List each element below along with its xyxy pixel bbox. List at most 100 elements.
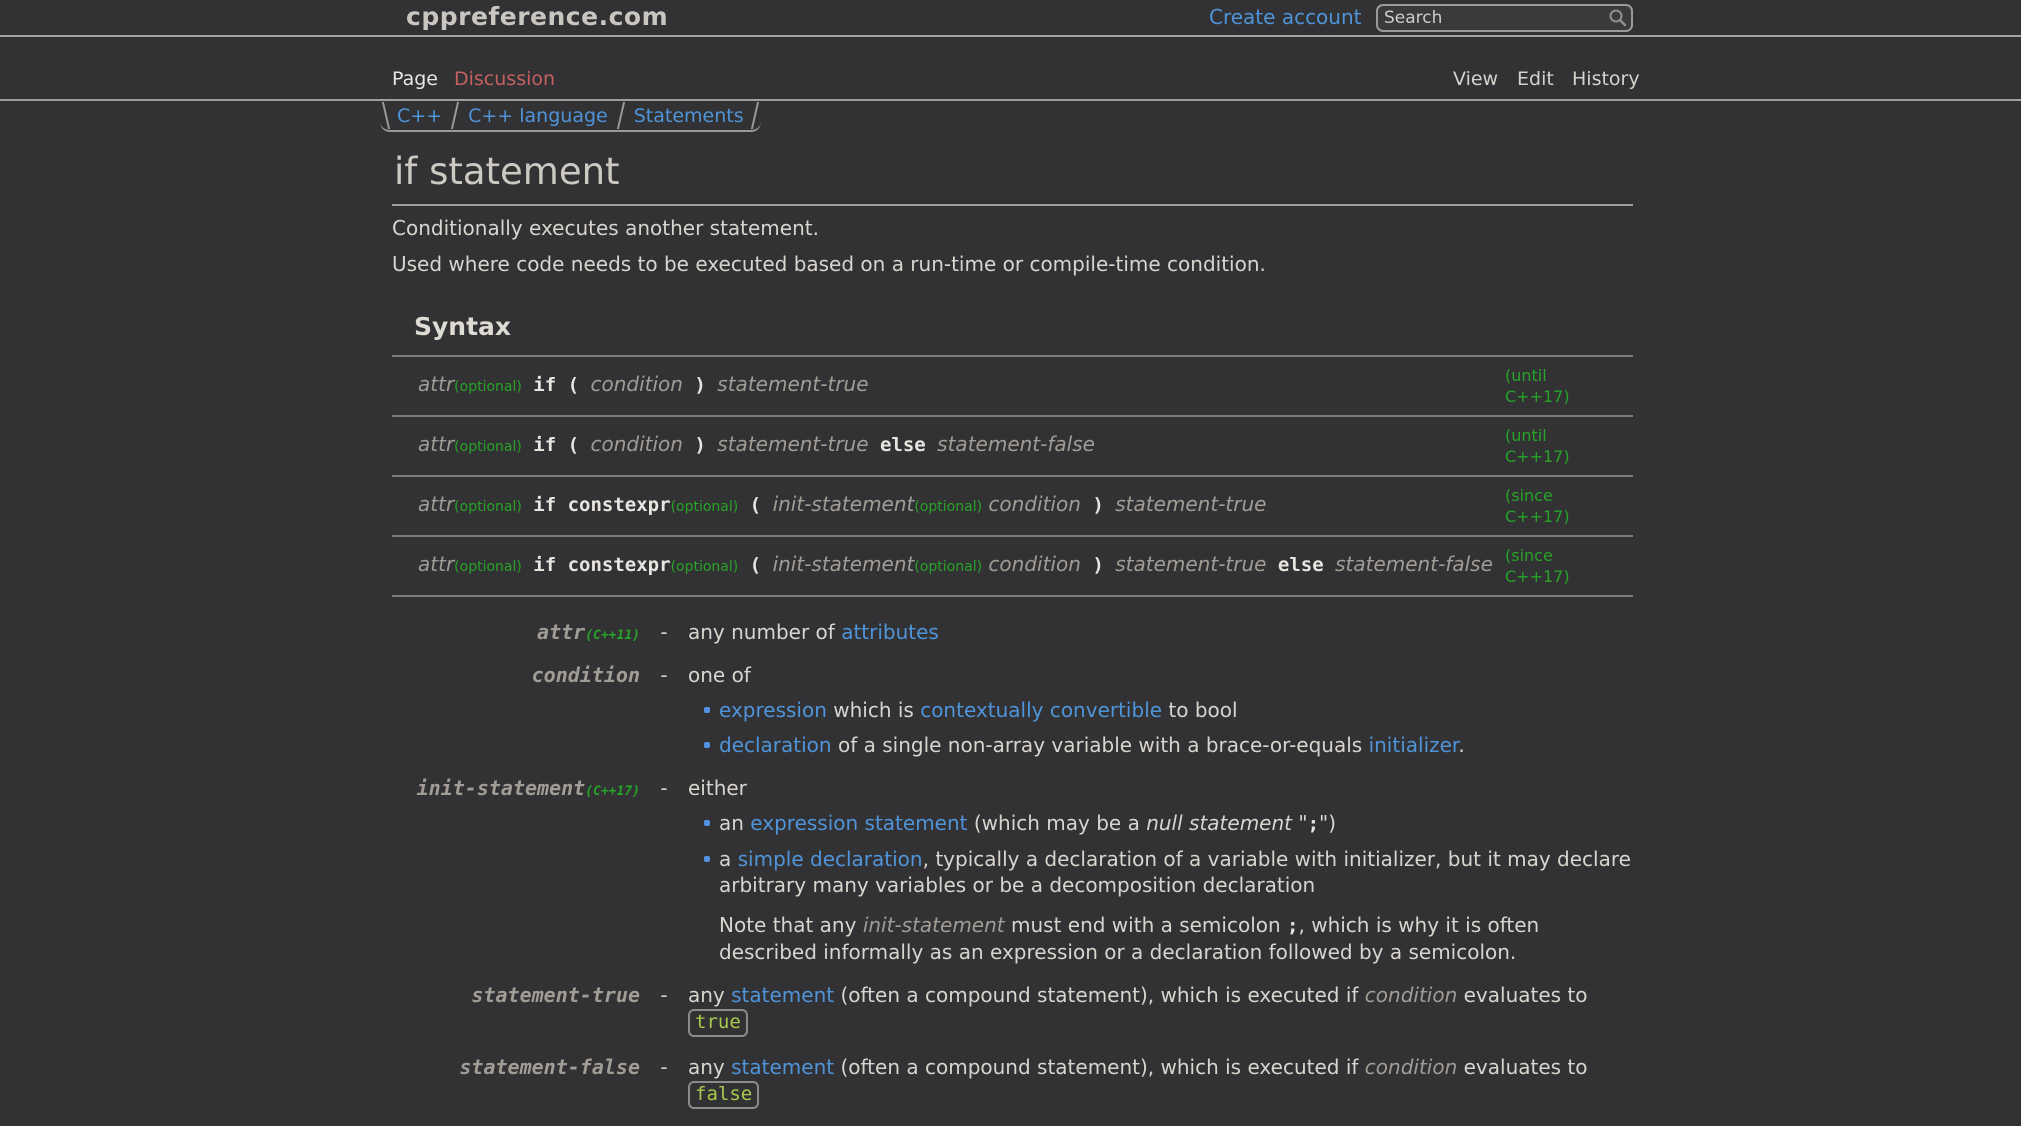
inline-link[interactable]: expression [719,698,827,722]
syntax-row: attr(optional) if ( condition ) statemen… [392,356,1633,416]
definition-list: attr(C++11) - any number of attributes c… [392,619,1633,1118]
main-content: if statement Conditionally executes anot… [392,146,1633,1126]
breadcrumb: C++ C++ language Statements [380,101,761,132]
definition-row-statement-false: statement-false - any statement (often a… [392,1054,1633,1118]
definition-dash: - [640,982,688,1046]
code-keyword: ( [738,554,772,576]
search-input[interactable] [1378,8,1608,28]
text-run: (which may be a [968,811,1147,835]
tab-history[interactable]: History [1572,68,1640,90]
tab-discussion[interactable]: Discussion [454,68,555,90]
definition-line: any statement (often a compound statemen… [688,982,1633,1037]
definition-term: condition [392,662,640,767]
inline-link[interactable]: declaration [719,733,832,757]
grammar-term: attr [418,372,454,396]
syntax-table: attr(optional) if ( condition ) statemen… [392,355,1633,597]
definition-desc: either an expression statement (which ma… [688,775,1633,974]
breadcrumb-edge [750,102,758,129]
optional-marker: (optional) [454,559,522,575]
text-run: evaluates to [1457,983,1587,1007]
create-account-link[interactable]: Create account [1209,5,1362,29]
code-keyword: if ( [522,434,591,456]
breadcrumb-item-cpp[interactable]: C++ [397,105,442,127]
breadcrumb-item-cpp-language[interactable]: C++ language [468,105,608,127]
definition-line: any number of attributes [688,619,1633,645]
text-run: of a single non-array variable with a br… [832,733,1369,757]
keyword-badge[interactable]: true [688,1009,748,1037]
breadcrumb-item-statements[interactable]: Statements [634,105,744,127]
code-keyword: else [1266,554,1335,576]
syntax-row: attr(optional) if constexpr(optional) ( … [392,536,1633,596]
version-label: (since C++17) [1505,485,1587,527]
bullet-item: a simple declaration, typically a declar… [702,846,1633,898]
version-marker: (C++17) [585,784,640,799]
code-keyword: ; [1287,915,1298,937]
syntax-code: attr(optional) if ( condition ) statemen… [392,416,1505,476]
definition-term: statement-true [392,982,640,1046]
search-icon[interactable] [1608,8,1628,28]
grammar-term: condition [988,492,1080,516]
inline-link[interactable]: contextually convertible [920,698,1162,722]
text-run: " [1292,811,1308,835]
inline-link[interactable]: statement [731,1055,834,1079]
code-keyword: if constexpr [522,554,671,576]
version-marker: (C++11) [585,628,640,643]
bullet-item: declaration of a single non-array variab… [702,732,1633,758]
optional-marker: (optional) [671,559,739,575]
grammar-term: condition [590,432,682,456]
definition-row-condition: condition - one of expression which is c… [392,662,1633,767]
definition-desc: any statement (often a compound statemen… [688,1054,1633,1118]
tab-page[interactable]: Page [392,68,438,90]
text-run: (often a compound statement), which is e… [834,1055,1365,1079]
code-keyword: else [869,434,938,456]
syntax-heading: Syntax [414,312,1633,341]
inline-link[interactable]: simple declaration [738,847,923,871]
site-logo[interactable]: cppreference.com [406,2,668,31]
definition-desc: any statement (often a compound statemen… [688,982,1633,1046]
grammar-term: statement-true [1115,552,1266,576]
text-run: . [1458,733,1464,757]
text-run: to bool [1162,698,1238,722]
inline-link[interactable]: expression statement [750,811,967,835]
grammar-term: statement-true [1115,492,1266,516]
inline-link[interactable]: attributes [841,620,939,644]
optional-marker: (optional) [454,439,522,455]
nav-bar: Page Discussion View Edit History [0,37,2021,101]
text-run: must end with a semicolon [1005,913,1287,937]
text-run: either [688,776,747,800]
grammar-term: statement-true [471,983,640,1007]
text-run: one of [688,663,751,687]
definition-term: init-statement(C++17) [392,775,640,974]
code-keyword: ; [1308,813,1319,835]
code-keyword: ) [1081,494,1115,516]
keyword-badge[interactable]: false [688,1081,759,1109]
grammar-term: condition [590,372,682,396]
text-run: any number of [688,620,841,644]
note-paragraph: Note that any init-statement must end wi… [719,912,1633,965]
search-box[interactable] [1376,4,1633,32]
bullet-item: an expression statement (which may be a … [702,810,1633,837]
text-run: any [688,1055,731,1079]
inline-link[interactable]: statement [731,983,834,1007]
grammar-term: attr [418,432,454,456]
grammar-term: condition [988,552,1080,576]
definition-term: attr(C++11) [392,619,640,654]
inline-link[interactable]: initializer [1369,733,1459,757]
definition-desc: any number of attributes [688,619,1633,654]
code-keyword: ) [683,434,717,456]
code-keyword: if ( [522,374,591,396]
grammar-term: attr [418,492,454,516]
grammar-term: condition [532,663,640,687]
top-header: cppreference.com Create account [0,0,2021,37]
optional-marker: (optional) [671,499,739,515]
grammar-term: statement-true [717,372,868,396]
optional-marker: (optional) [454,499,522,515]
grammar-term: init-statement [773,492,915,516]
tab-view[interactable]: View [1453,68,1498,90]
breadcrumb-separator [451,102,459,129]
tab-edit[interactable]: Edit [1517,68,1554,90]
definition-dash: - [640,775,688,974]
text-run: Note that any [719,913,863,937]
text-run: a [719,847,738,871]
grammar-term: statement-false [937,432,1095,456]
